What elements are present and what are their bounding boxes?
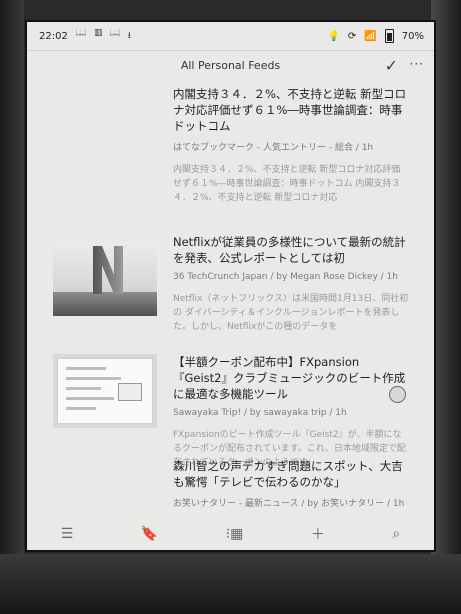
header: All Personal Feeds ✓ ···	[27, 51, 434, 85]
article-title[interactable]: 内閣支持３４．２%、不支持と逆転 新型コロナ対応評価せず６１%―時事世論調査：時…	[173, 86, 409, 134]
check-icon[interactable]: ✓	[385, 56, 398, 75]
library-icon: ▥	[94, 28, 103, 38]
article-thumbnail	[53, 354, 157, 428]
article-meta: お笑いナタリー - 最新ニュース / by お笑いナタリー / 1h	[173, 499, 405, 509]
wifi-icon[interactable]: 📶	[364, 31, 376, 42]
grid-view-icon[interactable]: ⁝▦	[226, 526, 244, 542]
article-title[interactable]: Netflixが従業員の多様性について最新の統計を発表、公式レポートとしては初	[173, 234, 409, 266]
book-icon: 📖	[75, 28, 88, 38]
article-title[interactable]: 【半額クーポン配布中】FXpansion『Geist2』クラブミュージックのビー…	[173, 354, 409, 402]
article-snippet: Netflix（ネットフリックス）は米国時間1月13日、同社初の ダイバーシティ…	[173, 294, 409, 332]
battery-percent: 70%	[401, 30, 424, 42]
device-bezel-bottom	[0, 554, 461, 614]
article-content: 内閣支持３４．２%、不支持と逆転 新型コロナ対応評価せず６１%―時事世論調査：時…	[173, 86, 409, 205]
article-meta: Sawayaka Trip! / by sawayaka trip / 1h	[173, 408, 347, 418]
battery-icon	[384, 29, 394, 43]
add-icon[interactable]: ＋	[311, 524, 325, 544]
device-bezel-right	[431, 0, 461, 614]
device-bezel-left	[0, 0, 24, 614]
notification-icons: 📖 ▥ 📖 ⭳	[76, 28, 131, 44]
status-time: 22:02	[39, 30, 68, 42]
search-icon[interactable]: ⌕	[392, 526, 400, 542]
menu-icon[interactable]: ☰	[61, 526, 74, 542]
e-reader-screen: 22:02 📖 ▥ 📖 ⭳ 💡 ⟳ 📶 70% All Personal Fee…	[27, 22, 434, 550]
page-title: All Personal Feeds	[180, 59, 281, 72]
article-snippet: 内閣支持３４．２%、不支持と逆転 新型コロナ対応評価せず６１%―時事世論調査：時…	[173, 165, 401, 203]
article-content: 【半額クーポン配布中】FXpansion『Geist2』クラブミュージックのビー…	[173, 354, 409, 470]
bookmark-icon[interactable]: 🔖	[141, 526, 158, 542]
lightbulb-icon[interactable]: 💡	[327, 31, 339, 42]
book-open-icon: 📖	[109, 28, 121, 38]
article-meta: 36 TechCrunch Japan / by Megan Rose Dick…	[173, 272, 398, 282]
article-meta: はてなブックマーク - 人気エントリー - 総合 / 1h	[173, 143, 374, 153]
article-content: 森川智之の声デカすぎ問題にスポット、大吉も驚愕「テレビで伝わるのかな」 お笑いナ…	[173, 458, 409, 509]
scroll-handle[interactable]	[389, 386, 406, 403]
article-content: Netflixが従業員の多様性について最新の統計を発表、公式レポートとしては初 …	[173, 234, 409, 334]
status-bar: 22:02 📖 ▥ 📖 ⭳ 💡 ⟳ 📶 70%	[27, 22, 434, 51]
bottom-toolbar: ☰ 🔖 ⁝▦ ＋ ⌕	[27, 518, 434, 550]
download-icon: ⭳	[127, 31, 131, 41]
more-icon[interactable]: ···	[410, 57, 424, 71]
status-right: 💡 ⟳ 📶 70%	[327, 29, 424, 43]
article-thumbnail	[53, 242, 157, 316]
article-title[interactable]: 森川智之の声デカすぎ問題にスポット、大吉も驚愕「テレビで伝わるのかな」	[173, 458, 409, 490]
refresh-icon[interactable]: ⟳	[348, 31, 356, 42]
